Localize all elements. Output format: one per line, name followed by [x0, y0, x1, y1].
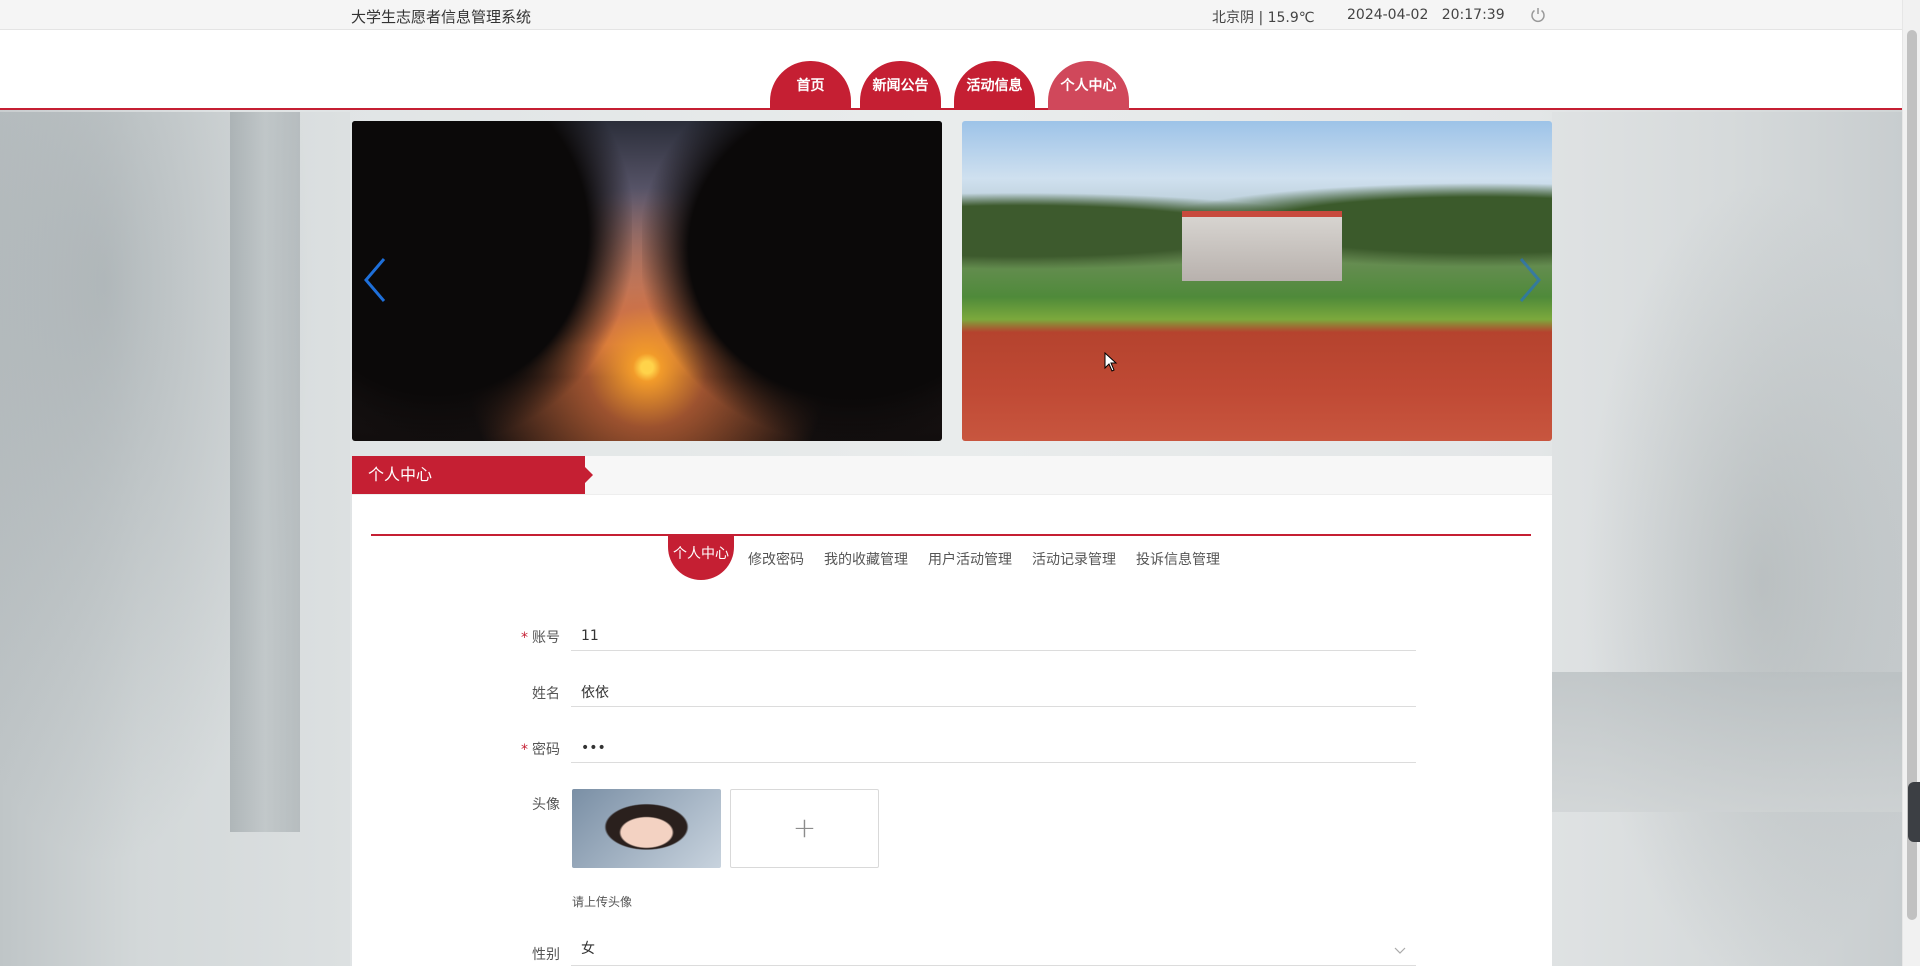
required-mark: * [521, 630, 528, 646]
required-mark: * [521, 742, 528, 758]
gender-label: 性别 [532, 947, 560, 963]
power-icon[interactable] [1529, 6, 1547, 24]
gender-select[interactable]: 女 [571, 934, 1416, 966]
avatar [572, 789, 721, 868]
subnav-activity-records[interactable]: 活动记录管理 [1032, 549, 1116, 569]
chevron-left-icon[interactable] [360, 255, 390, 305]
nav-tab-home[interactable]: 首页 [770, 61, 851, 110]
password-input[interactable] [571, 733, 1416, 763]
time-text: 20:17:39 [1441, 7, 1505, 23]
chevron-right-icon[interactable] [1515, 255, 1545, 305]
subnav-complaints[interactable]: 投诉信息管理 [1136, 549, 1220, 569]
account-input[interactable] [571, 621, 1416, 651]
gender-value: 女 [581, 941, 595, 957]
datetime: 2024-04-02 20:17:39 [1347, 7, 1505, 23]
nav-tab-activities[interactable]: 活动信息 [954, 61, 1035, 110]
password-label: * 密码 [521, 742, 560, 758]
mouse-cursor-icon [1104, 352, 1118, 372]
upload-hint: 请上传头像 [572, 895, 633, 909]
avatar-upload-button[interactable]: + [730, 789, 879, 868]
tree-silhouette [352, 121, 632, 441]
panel-title: 个人中心 [352, 456, 593, 494]
panel-header: 个人中心 [352, 456, 1552, 495]
name-input[interactable] [571, 677, 1416, 707]
carousel-slide-sports-field[interactable] [962, 121, 1552, 441]
background-pillar [230, 112, 300, 832]
top-bar: 大学生志愿者信息管理系统 北京阴 | 15.9℃ 2024-04-02 20:1… [0, 0, 1902, 30]
subnav-favorites[interactable]: 我的收藏管理 [824, 549, 908, 569]
site-title: 大学生志愿者信息管理系统 [351, 8, 532, 26]
chevron-down-icon [1394, 947, 1406, 954]
background-scene-right [1552, 112, 1902, 966]
date-text: 2024-04-02 [1347, 7, 1429, 23]
background-railing [1552, 672, 1902, 812]
subnav-user-activities[interactable]: 用户活动管理 [928, 549, 1012, 569]
nav-tab-news[interactable]: 新闻公告 [860, 61, 941, 110]
main-nav: 首页 新闻公告 活动信息 个人中心 [0, 30, 1902, 110]
personal-center-panel: 个人中心 个人中心 修改密码 我的收藏管理 用户活动管理 活动记录管理 投诉信息… [352, 456, 1552, 966]
name-label: 姓名 [532, 686, 560, 702]
school-building [1182, 211, 1342, 281]
nav-tab-personal-center[interactable]: 个人中心 [1048, 61, 1129, 110]
carousel-slide-sunset[interactable] [352, 121, 942, 441]
subnav-change-password[interactable]: 修改密码 [748, 549, 804, 569]
avatar-label: 头像 [532, 797, 560, 813]
account-label: * 账号 [521, 630, 560, 646]
subnav-personal-center[interactable]: 个人中心 [668, 536, 734, 580]
subnav-divider [371, 534, 1531, 536]
tree-silhouette [642, 121, 942, 441]
side-widget-handle[interactable] [1908, 782, 1920, 842]
weather-info: 北京阴 | 15.9℃ [1212, 10, 1315, 26]
background-scene-left [0, 112, 350, 966]
